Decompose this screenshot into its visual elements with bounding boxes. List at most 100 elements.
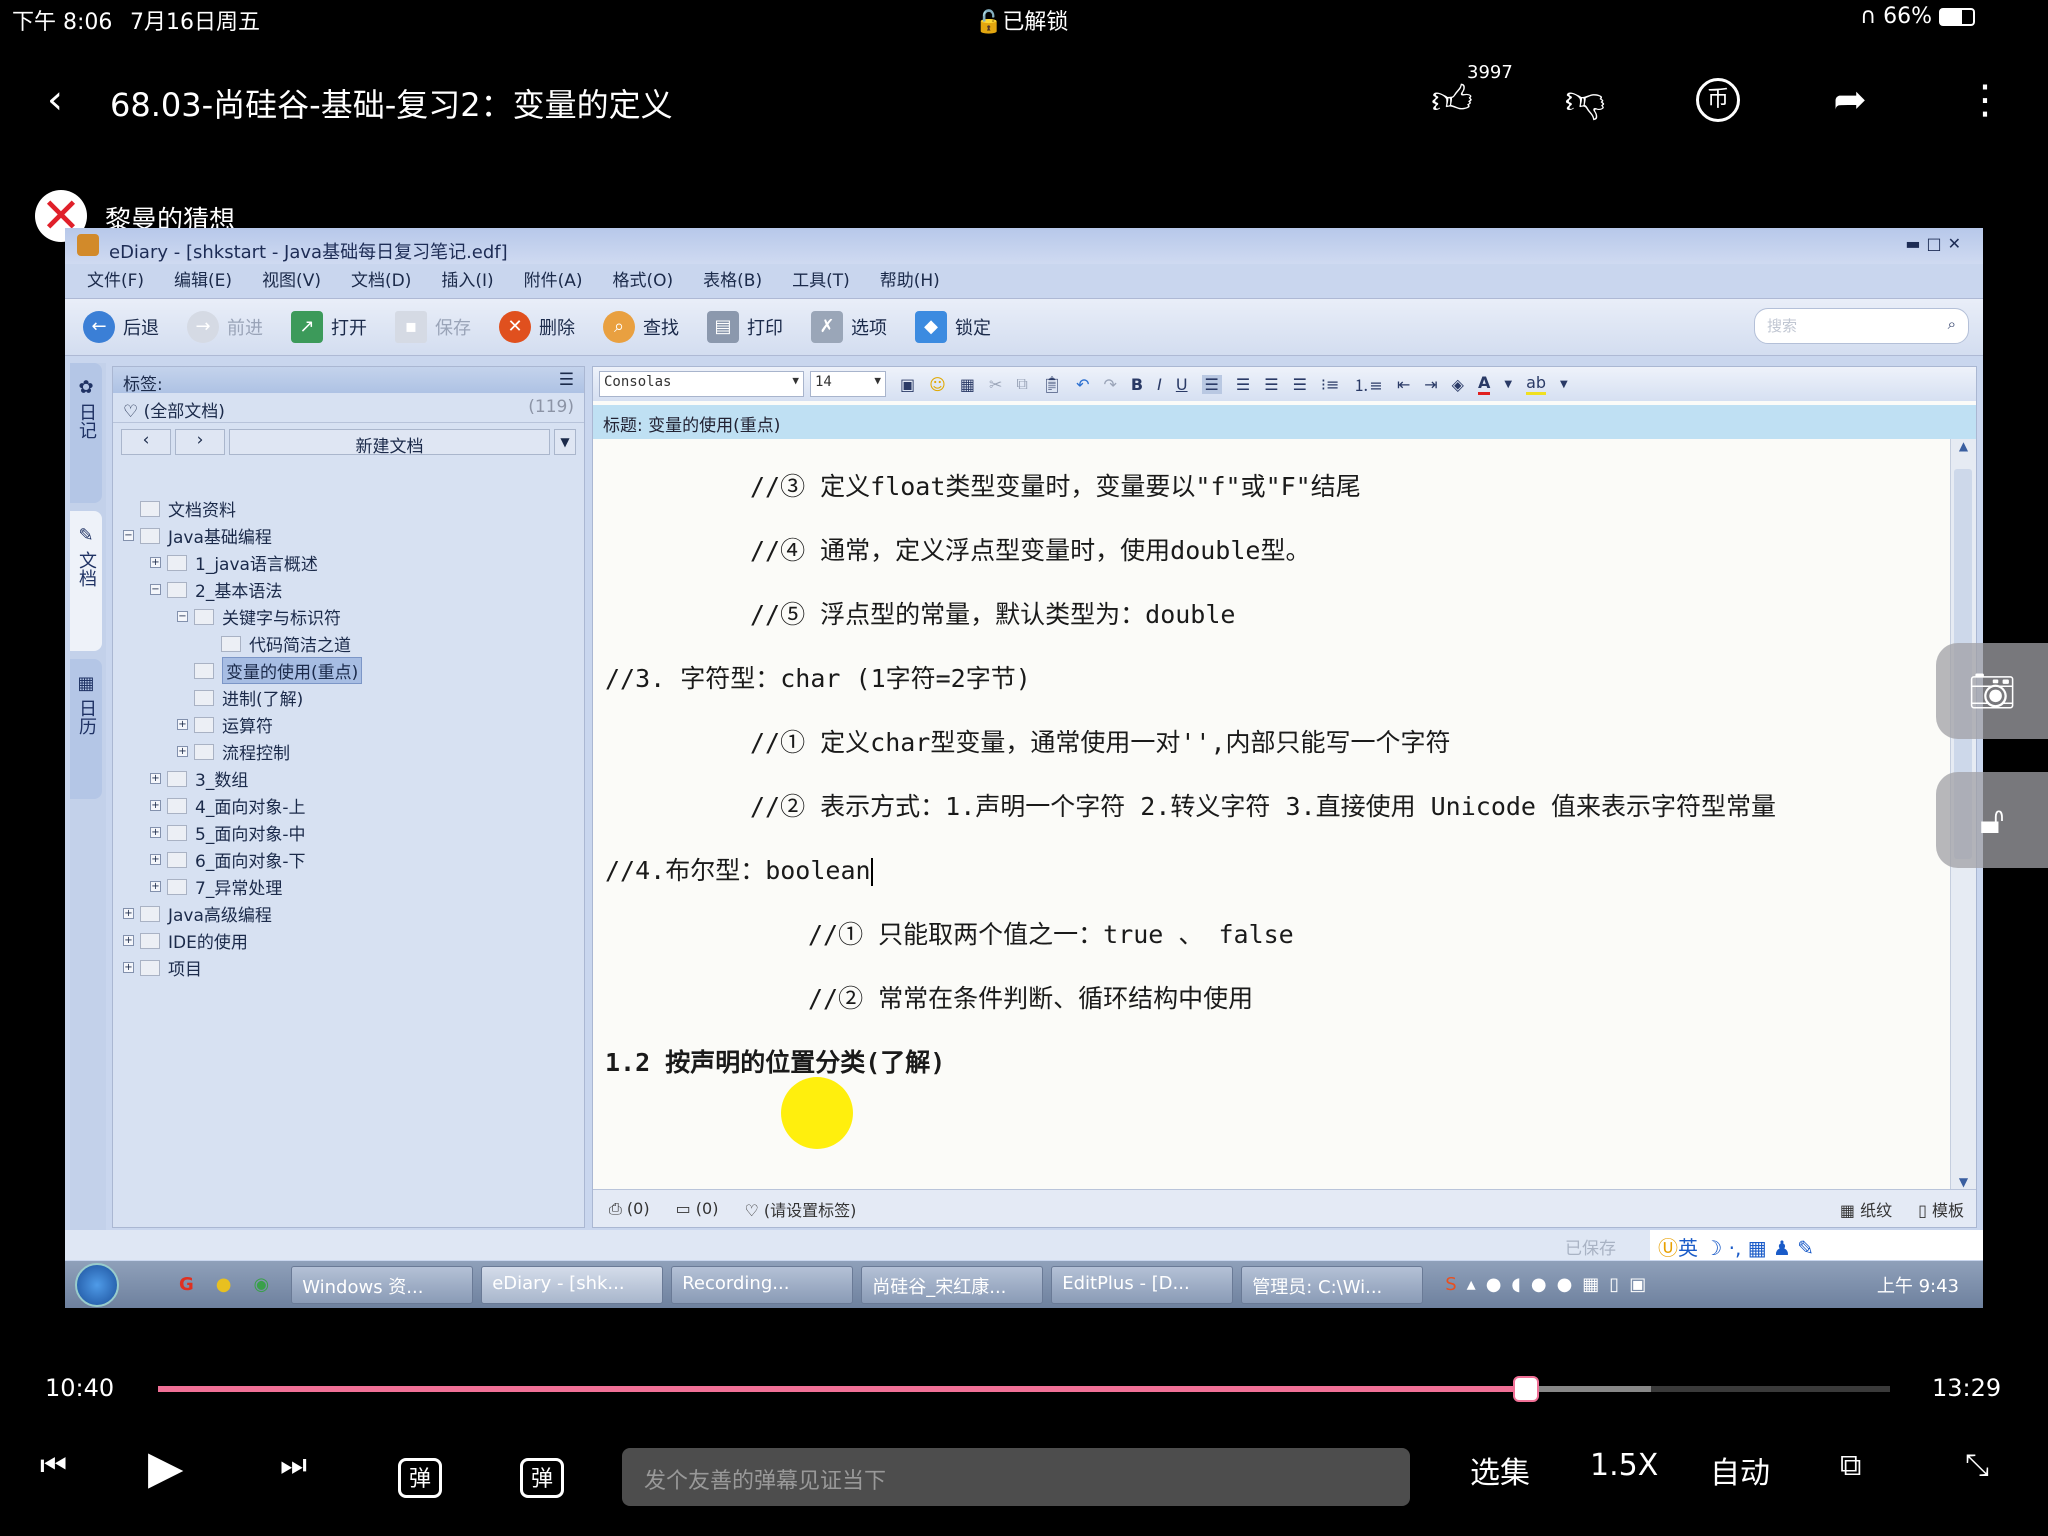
taskbar-cmd[interactable]: 管理员: C:\Wi...: [1241, 1265, 1424, 1304]
tree-item[interactable]: +6_面向对象-下: [123, 846, 362, 873]
all-documents-tag[interactable]: ♡ (全部文档) (119): [113, 393, 584, 423]
paste-icon[interactable]: 📋︎: [1042, 375, 1062, 394]
tree-item[interactable]: 变量的使用(重点): [123, 657, 363, 684]
tree-item[interactable]: + Java高级编程: [123, 900, 362, 927]
danmaku-settings-button[interactable]: 弹: [520, 1458, 564, 1498]
tree-item[interactable]: − 2_基本语法: [123, 576, 362, 603]
undo-icon[interactable]: ↶: [1076, 375, 1089, 394]
insert-date-icon[interactable]: ▦: [960, 375, 975, 394]
start-button[interactable]: [75, 1263, 119, 1307]
forward-button[interactable]: → 前进: [187, 311, 263, 343]
chrome-icon[interactable]: ◉: [254, 1274, 270, 1295]
expand-icon[interactable]: +: [123, 962, 134, 973]
indent-icon[interactable]: ⇥: [1424, 375, 1437, 394]
tree-item[interactable]: + 项目: [123, 954, 362, 981]
dislike-button[interactable]: 👎︎: [1555, 70, 1615, 130]
speed-button[interactable]: 1.5X: [1590, 1448, 1658, 1483]
tab-documents[interactable]: ✎ 文档: [70, 511, 102, 651]
scroll-down-icon[interactable]: ▼: [1951, 1175, 1976, 1189]
back-button[interactable]: ← 后退: [83, 311, 159, 343]
font-color-icon[interactable]: A: [1477, 373, 1491, 395]
expand-icon[interactable]: +: [123, 908, 134, 919]
template-button[interactable]: ▯ 模板: [1918, 1197, 1964, 1221]
system-tray-icons[interactable]: S▴●◖●●▦▯▣: [1445, 1274, 1656, 1295]
outdent-icon[interactable]: ⇤: [1397, 375, 1410, 394]
collapse-icon[interactable]: −: [177, 611, 188, 622]
tab-calendar[interactable]: ▦ 日历: [70, 659, 102, 799]
cut-icon[interactable]: ✂: [989, 375, 1002, 394]
taskbar-powerpoint[interactable]: 尚硅谷_宋红康...: [861, 1265, 1044, 1304]
expand-icon[interactable]: +: [150, 827, 161, 838]
expand-icon[interactable]: +: [177, 719, 188, 730]
next-button[interactable]: ⏭︎: [280, 1448, 307, 1483]
italic-button[interactable]: I: [1157, 375, 1162, 394]
taskbar-ediary[interactable]: eDiary - [shk...: [481, 1265, 664, 1304]
tree-item[interactable]: +7_异常处理: [123, 873, 362, 900]
collapse-icon[interactable]: −: [123, 530, 134, 541]
find-button[interactable]: ⌕ 查找: [603, 311, 679, 343]
screenshot-button[interactable]: 📷︎: [1936, 643, 2048, 739]
screen-lock-button[interactable]: 🔓︎: [1936, 772, 2048, 868]
lock-button[interactable]: ◆ 锁定: [915, 311, 991, 343]
save-button[interactable]: ▪ 保存: [395, 311, 471, 343]
danmaku-toggle-button[interactable]: 弹: [398, 1458, 442, 1498]
tree-item[interactable]: 代码简洁之道: [123, 630, 362, 657]
comment-count[interactable]: ▭ (0): [676, 1199, 719, 1218]
taskbar-editplus[interactable]: EditPlus - [D...: [1051, 1265, 1234, 1304]
tree-item[interactable]: + 运算符: [123, 711, 362, 738]
prev-button[interactable]: ‹: [121, 429, 171, 455]
expand-icon[interactable]: +: [150, 881, 161, 892]
scroll-up-icon[interactable]: ▲: [1951, 439, 1976, 453]
bold-button[interactable]: B: [1131, 375, 1143, 394]
menu-insert[interactable]: 插入(I): [441, 266, 493, 291]
tree-item[interactable]: +3_数组: [123, 765, 362, 792]
expand-icon[interactable]: +: [150, 800, 161, 811]
exit-fullscreen-icon[interactable]: ⤡: [1965, 1448, 1989, 1483]
numbered-list-icon[interactable]: ⒈≡: [1353, 372, 1382, 396]
expand-icon[interactable]: +: [177, 746, 188, 757]
expand-icon[interactable]: +: [150, 557, 161, 568]
fill-color-icon[interactable]: ◈: [1452, 375, 1464, 394]
taskbar-explorer[interactable]: Windows 资...: [291, 1265, 474, 1304]
tab-diary[interactable]: ✿ 日记: [70, 363, 102, 503]
progress-bar[interactable]: [158, 1376, 1890, 1402]
align-right-icon[interactable]: ☰: [1264, 375, 1278, 394]
underline-button[interactable]: U: [1176, 375, 1188, 394]
options-button[interactable]: ✗ 选项: [811, 311, 887, 343]
font-size-select[interactable]: 14 ▼: [810, 371, 886, 397]
quality-button[interactable]: 自动: [1710, 1448, 1770, 1492]
menu-attachment[interactable]: 附件(A): [524, 266, 583, 291]
tree-item[interactable]: +5_面向对象-中: [123, 819, 362, 846]
pip-icon[interactable]: ⧉: [1840, 1448, 1861, 1483]
tree-item[interactable]: − Java基础编程: [123, 522, 362, 549]
tree-item[interactable]: 文档资料: [123, 495, 362, 522]
danmaku-input[interactable]: 发个友善的弹幕见证当下: [622, 1448, 1410, 1506]
emoji-icon[interactable]: ☺: [929, 375, 946, 394]
previous-button[interactable]: ⏮︎: [40, 1448, 67, 1483]
document-content[interactable]: //③ 定义float类型变量时，变量要以"f"或"F"结尾 //④ 通常，定义浮…: [593, 447, 1948, 1187]
back-icon[interactable]: ‹: [25, 70, 85, 130]
next-button[interactable]: ›: [175, 429, 225, 455]
tree-item[interactable]: +4_面向对象-上: [123, 792, 362, 819]
search-input[interactable]: 搜索 ⌕: [1754, 308, 1969, 344]
menu-tools[interactable]: 工具(T): [792, 266, 850, 291]
new-document-button[interactable]: 新建文档: [229, 429, 550, 457]
bullet-list-icon[interactable]: ⁝≡: [1321, 375, 1340, 394]
tree-item[interactable]: + IDE的使用: [123, 927, 362, 954]
tree-item[interactable]: +1_java语言概述: [123, 549, 362, 576]
menu-view[interactable]: 视图(V): [262, 266, 321, 291]
highlight-icon[interactable]: ab: [1526, 373, 1547, 395]
list-menu-icon[interactable]: ☰: [559, 370, 574, 390]
pinned-app-icon-2[interactable]: ●: [216, 1274, 232, 1295]
justify-icon[interactable]: ☰: [1293, 375, 1307, 394]
tree-item[interactable]: 进制(了解): [123, 684, 362, 711]
menu-format[interactable]: 格式(O): [613, 266, 674, 291]
window-controls[interactable]: ▬□✕: [1905, 234, 1967, 253]
align-center-icon[interactable]: ☰: [1236, 375, 1250, 394]
menu-document[interactable]: 文档(D): [351, 266, 411, 291]
open-button[interactable]: ↗ 打开: [291, 311, 367, 343]
attachment-count[interactable]: ⎙ (0): [609, 1199, 650, 1219]
progress-thumb[interactable]: [1513, 1376, 1540, 1402]
episodes-button[interactable]: 选集: [1470, 1448, 1530, 1492]
taskbar-recording[interactable]: Recording...: [671, 1265, 854, 1304]
